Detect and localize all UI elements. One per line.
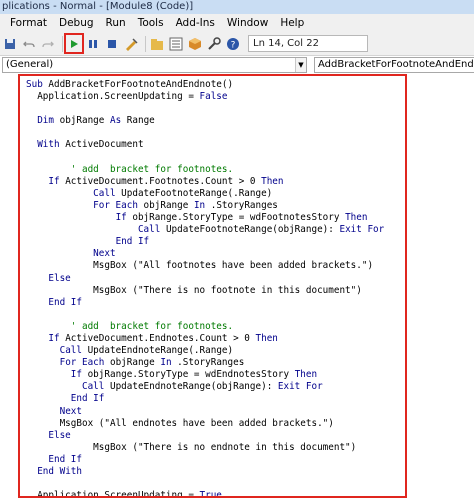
- project-explorer-icon[interactable]: [149, 36, 165, 52]
- code-line[interactable]: If ActiveDocument.Endnotes.Count > 0 The…: [26, 333, 384, 345]
- code-line[interactable]: [26, 152, 384, 164]
- code-line[interactable]: [26, 309, 384, 321]
- code-line[interactable]: Next: [26, 406, 384, 418]
- code-line[interactable]: Call UpdateEndnoteRange(objRange): Exit …: [26, 381, 384, 393]
- menu-add-ins[interactable]: Add-Ins: [176, 17, 215, 29]
- code-line[interactable]: [26, 127, 384, 139]
- menu-help[interactable]: Help: [280, 17, 304, 29]
- object-dropdown-value: (General): [6, 59, 54, 70]
- design-mode-icon[interactable]: [123, 36, 139, 52]
- code-line[interactable]: With ActiveDocument: [26, 139, 384, 151]
- code-line[interactable]: MsgBox ("All footnotes have been added b…: [26, 260, 384, 272]
- code-line[interactable]: If objRange.StoryType = wdEndnotesStory …: [26, 369, 384, 381]
- code-line[interactable]: For Each objRange In .StoryRanges: [26, 357, 384, 369]
- code-line[interactable]: MsgBox ("There is no footnote in this do…: [26, 285, 384, 297]
- code-line[interactable]: Call UpdateFootnoteRange(.Range): [26, 188, 384, 200]
- svg-text:?: ?: [231, 40, 236, 50]
- toolbox-icon[interactable]: [206, 36, 222, 52]
- code-line[interactable]: MsgBox ("There is no endnote in this doc…: [26, 442, 384, 454]
- reset-icon[interactable]: [104, 36, 120, 52]
- window-title: plications - Normal - [Module8 (Code)]: [0, 0, 474, 14]
- run-icon[interactable]: [64, 33, 84, 54]
- menu-debug[interactable]: Debug: [59, 17, 94, 29]
- code-text[interactable]: Sub AddBracketForFootnoteAndEndnote() Ap…: [26, 79, 384, 496]
- procedure-dropdown[interactable]: AddBracketForFootnoteAndEndnote: [314, 57, 474, 73]
- procedure-dropdown-value: AddBracketForFootnoteAndEndnote: [318, 59, 474, 70]
- code-line[interactable]: Call UpdateEndnoteRange(.Range): [26, 345, 384, 357]
- code-line[interactable]: For Each objRange In .StoryRanges: [26, 200, 384, 212]
- code-line[interactable]: ' add bracket for footnotes.: [26, 321, 384, 333]
- chevron-down-icon[interactable]: ▼: [295, 58, 306, 72]
- code-line[interactable]: Sub AddBracketForFootnoteAndEndnote(): [26, 79, 384, 91]
- redo-icon[interactable]: [40, 36, 56, 52]
- menu-bar: Format Debug Run Tools Add-Ins Window He…: [0, 14, 474, 32]
- code-line[interactable]: End If: [26, 236, 384, 248]
- code-line[interactable]: If ActiveDocument.Footnotes.Count > 0 Th…: [26, 176, 384, 188]
- menu-run[interactable]: Run: [106, 17, 126, 29]
- code-line[interactable]: End If: [26, 393, 384, 405]
- toolbar-separator: [62, 35, 63, 52]
- break-icon[interactable]: [85, 36, 101, 52]
- undo-icon[interactable]: [21, 36, 37, 52]
- code-line[interactable]: MsgBox ("All endnotes have been added br…: [26, 418, 384, 430]
- menu-format[interactable]: Format: [10, 17, 47, 29]
- code-line[interactable]: [26, 478, 384, 490]
- code-line[interactable]: If objRange.StoryType = wdFootnotesStory…: [26, 212, 384, 224]
- code-line[interactable]: Else: [26, 430, 384, 442]
- save-icon[interactable]: [2, 36, 18, 52]
- code-line[interactable]: Dim objRange As Range: [26, 115, 384, 127]
- code-line[interactable]: [26, 103, 384, 115]
- standard-toolbar: ? Ln 14, Col 22: [0, 32, 474, 56]
- code-line[interactable]: Application.ScreenUpdating = False: [26, 91, 384, 103]
- help-icon[interactable]: ?: [225, 36, 241, 52]
- properties-icon[interactable]: [168, 36, 184, 52]
- code-editor[interactable]: Sub AddBracketForFootnoteAndEndnote() Ap…: [18, 74, 407, 498]
- menu-tools[interactable]: Tools: [138, 17, 164, 29]
- code-line[interactable]: Call UpdateFootnoteRange(objRange): Exit…: [26, 224, 384, 236]
- code-window-header: (General) ▼ AddBracketForFootnoteAndEndn…: [0, 57, 474, 73]
- object-browser-icon[interactable]: [187, 36, 203, 52]
- menu-window[interactable]: Window: [227, 17, 268, 29]
- code-line[interactable]: End With: [26, 466, 384, 478]
- code-line[interactable]: Else: [26, 273, 384, 285]
- object-dropdown[interactable]: (General) ▼: [2, 57, 307, 73]
- code-line[interactable]: End If: [26, 454, 384, 466]
- code-line[interactable]: ' add bracket for footnotes.: [26, 164, 384, 176]
- cursor-position: Ln 14, Col 22: [248, 35, 368, 52]
- toolbar-separator: [145, 35, 146, 52]
- code-line[interactable]: Next: [26, 248, 384, 260]
- code-line[interactable]: Application.ScreenUpdating = True: [26, 490, 384, 496]
- code-line[interactable]: End If: [26, 297, 384, 309]
